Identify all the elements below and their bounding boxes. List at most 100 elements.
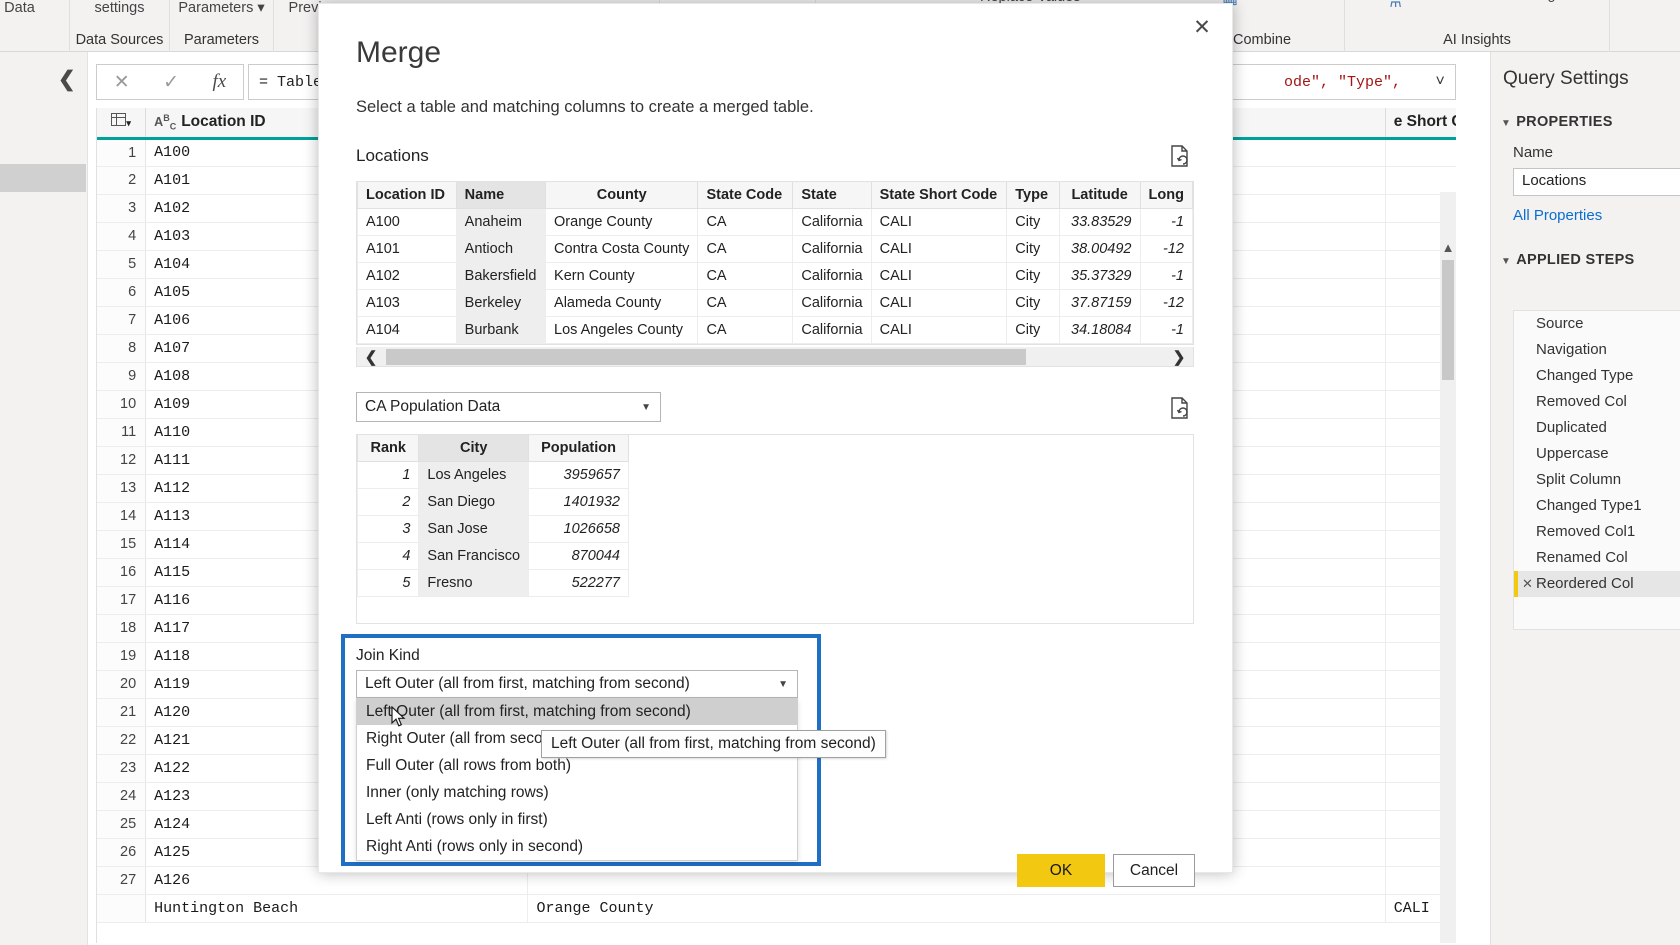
table-row-partial[interactable]: Huntington BeachOrange CountyCALICity [97,894,1456,923]
first-table-cell[interactable]: City [1006,288,1060,317]
second-table-column-header[interactable]: Population [528,435,629,462]
first-table-cell[interactable]: -1 [1139,261,1193,290]
first-table-horizontal-scrollbar[interactable]: ❮ ❯ [356,347,1194,367]
first-table-cell[interactable]: CALI [870,234,1008,263]
first-table-cell[interactable]: CA [697,288,794,317]
first-table-cell[interactable]: -12 [1139,234,1193,263]
first-table-cell[interactable]: -12 [1139,288,1193,317]
applied-step-item[interactable]: Removed Col1 [1514,519,1680,545]
first-table-cell[interactable]: California [792,261,872,290]
all-properties-link[interactable]: All Properties [1513,207,1602,224]
first-table-cell[interactable]: A100 [357,207,457,236]
close-icon[interactable]: ✕ [114,71,130,94]
second-table-cell[interactable]: 3959657 [528,460,629,489]
applied-step-item[interactable]: Uppercase [1514,441,1680,467]
column-header-state-short-code[interactable]: e Short Code▼ [1385,108,1456,140]
join-kind-option[interactable]: Left Anti (rows only in first) [357,807,797,833]
scroll-up-icon[interactable]: ▲ [1440,240,1456,255]
applied-step-item[interactable]: Changed Type [1514,363,1680,389]
first-table-column-header[interactable]: Name [455,182,547,209]
applied-step-item[interactable]: Source [1514,311,1680,337]
applied-step-item[interactable]: ✕ Reordered Col [1514,571,1680,597]
first-table-column-header[interactable]: State Short Code [870,182,1008,209]
first-table-column-header[interactable]: Long [1139,182,1193,209]
first-table-column-header[interactable]: Location ID [357,182,457,209]
first-table-cell[interactable]: City [1006,315,1060,344]
table-row[interactable]: 4 San Francisco 870044 [356,541,629,570]
first-table-cell[interactable]: CA [697,207,794,236]
first-table-cell[interactable]: A104 [357,315,457,344]
fx-icon[interactable]: fx [213,71,227,93]
second-table-cell[interactable]: Los Angeles [418,460,530,489]
table-row[interactable]: 5 Fresno 522277 [356,568,629,597]
hscroll-track[interactable] [385,347,1165,366]
second-table-cell[interactable]: 870044 [528,541,629,570]
close-icon[interactable]: ✕ [1186,14,1218,42]
second-table-cell[interactable]: San Diego [418,487,530,516]
table-row[interactable]: 3 San Jose 1026658 [356,514,629,543]
first-table-cell[interactable]: 37.87159 [1058,288,1141,317]
table-row[interactable]: 1 Los Angeles 3959657 [356,460,629,489]
first-table-column-header[interactable]: State Code [697,182,794,209]
second-table-cell[interactable]: 1026658 [528,514,629,543]
first-table-cell[interactable]: Burbank [455,315,547,344]
first-table-cell[interactable]: Antioch [455,234,547,263]
second-table-cell[interactable]: San Jose [418,514,530,543]
table-row[interactable]: 2 San Diego 1401932 [356,487,629,516]
chevron-down-icon[interactable]: ˅ [1435,73,1445,91]
second-table-column-header[interactable]: City [418,435,530,462]
first-table-cell[interactable]: CALI [870,207,1008,236]
first-table-cell[interactable]: CA [697,261,794,290]
refresh-preview-icon-2[interactable] [1169,396,1191,420]
table-row[interactable]: A101 Antioch Contra Costa County CA Californ… [357,234,1193,263]
first-table-cell[interactable]: City [1006,234,1060,263]
first-table-cell[interactable]: Alameda County [545,288,699,317]
second-table-cell[interactable]: San Francisco [418,541,530,570]
second-table-cell[interactable]: 5 [356,568,420,597]
first-table-cell[interactable]: California [792,207,872,236]
second-table-cell[interactable]: 3 [356,514,420,543]
first-table-cell[interactable]: 34.18084 [1058,315,1141,344]
first-table-cell[interactable]: California [792,288,872,317]
queries-rail-selected-item[interactable] [0,164,86,192]
first-table-cell[interactable]: CALI [870,315,1008,344]
join-kind-select[interactable]: Left Outer (all from first, matching fro… [356,670,798,698]
refresh-preview-icon[interactable] [1169,144,1191,168]
first-table-cell[interactable]: City [1006,261,1060,290]
first-table-cell[interactable]: City [1006,207,1060,236]
applied-step-item[interactable]: Split Column [1514,467,1680,493]
first-table-column-header[interactable]: County [545,182,699,209]
applied-step-item[interactable]: Renamed Col [1514,545,1680,571]
scroll-left-icon[interactable]: ❮ [357,348,385,366]
scroll-right-icon[interactable]: ❯ [1165,348,1193,366]
first-table-cell[interactable]: A102 [357,261,457,290]
first-table-cell[interactable]: California [792,315,872,344]
applied-step-item[interactable]: Removed Col [1514,389,1680,415]
scrollbar-thumb[interactable] [1442,260,1454,380]
applied-step-item[interactable]: Duplicated [1514,415,1680,441]
first-table-cell[interactable]: Berkeley [455,288,547,317]
first-table-cell[interactable]: -1 [1139,315,1193,344]
properties-section-header[interactable]: ▼ PROPERTIES [1501,114,1613,130]
first-table-column-header[interactable]: State [792,182,872,209]
first-table-cell[interactable]: Bakersfield [455,261,547,290]
first-table-cell[interactable]: CALI [870,261,1008,290]
second-table-cell[interactable]: Fresno [418,568,530,597]
select-all-table-icon[interactable]: ▾ [97,108,147,140]
second-table-cell[interactable]: 2 [356,487,420,516]
join-kind-option[interactable]: Left Outer (all from first, matching fro… [357,699,797,725]
cell-state-short-code[interactable] [1385,138,1456,167]
join-kind-dropdown-list[interactable]: Left Outer (all from first, matching fro… [356,698,798,861]
ribbon-group-enter-data[interactable]: ...nter Data [0,0,70,52]
first-table-cell[interactable]: Contra Costa County [545,234,699,263]
join-kind-option[interactable]: Right Anti (rows only in second) [357,834,797,860]
ribbon-group-data-sources[interactable]: Data source settings Data Sources [70,0,170,52]
first-table-cell[interactable]: Los Angeles County [545,315,699,344]
first-table-cell[interactable]: Orange County [545,207,699,236]
first-table-cell[interactable]: 38.00492 [1058,234,1141,263]
collapse-queries-chevron-icon[interactable]: ❮ [58,67,76,92]
table-row[interactable]: A103 Berkeley Alameda County CA California CA… [357,288,1193,317]
first-table-cell[interactable]: Anaheim [455,207,547,236]
data-grid-vertical-scrollbar[interactable]: ▲ [1440,192,1456,943]
second-table-cell[interactable]: 1401932 [528,487,629,516]
